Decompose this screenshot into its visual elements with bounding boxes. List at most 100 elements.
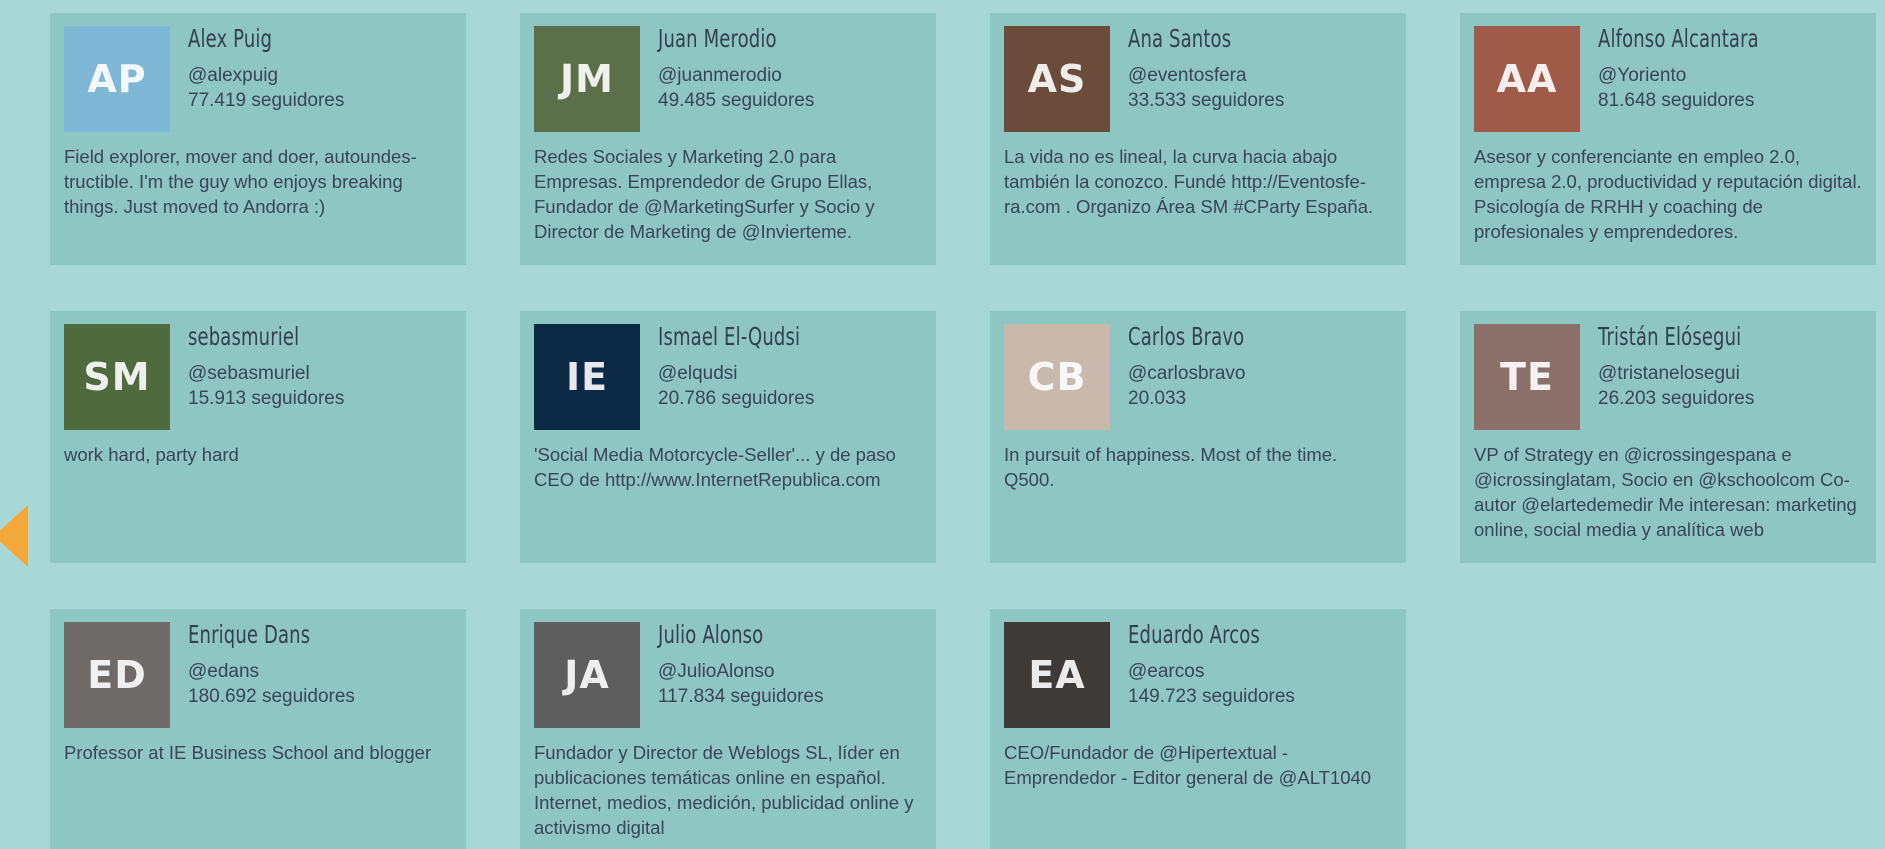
avatar[interactable]: AA [1474,26,1580,132]
profile-card[interactable]: TE Tristán Elósegui @tristanelosegui 26.… [1460,311,1876,563]
follower-count: 33.533 seguidores [1128,90,1285,111]
profile-handle[interactable]: @juanmerodio [658,63,823,88]
profile-card[interactable]: JM Juan Merodio @juanmerodio 49.485 segu… [520,13,936,265]
avatar-initials: JA [564,653,610,697]
card-header: IE Ismael El-Qudsi @elqudsi 20.786 segui… [534,322,922,430]
profile-name[interactable]: Alex Puig [188,24,301,54]
profile-handle[interactable]: @tristanelosegui [1598,361,1797,386]
avatar-initials: SM [83,355,151,399]
profile-handle[interactable]: @eventosfera [1128,63,1284,88]
profile-handle[interactable]: @edans [188,659,358,684]
avatar[interactable]: EA [1004,622,1110,728]
profile-handle[interactable]: @alexpuig [188,63,344,88]
profile-bio: Asesor y conferenciante en empleo 2.0, e… [1474,146,1862,242]
profile-handle[interactable]: @carlosbravo [1128,361,1290,386]
profile-bio: Fundador y Director de Weblogs SL, líder… [534,742,914,838]
avatar[interactable]: JM [534,26,640,132]
profile-card[interactable]: EA Eduardo Arcos @earcos 149.723 seguido… [990,609,1406,849]
follower-count: 149.723 seguidores [1128,686,1295,707]
avatar[interactable]: AP [64,26,170,132]
profile-meta: Carlos Bravo @carlosbravo 20.033 [1128,322,1290,411]
follower-count: 20.786 seguidores [658,388,815,409]
card-header: AA Alfonso Alcantara @Yoriento 81.648 se… [1474,24,1862,132]
avatar[interactable]: JA [534,622,640,728]
profile-meta: Juan Merodio @juanmerodio 49.485 seguido… [658,24,823,113]
profile-bio: 'Social Media Motorcycle-Seller'... y de… [534,444,896,490]
follower-count: 180.692 seguidores [188,686,355,707]
card-header: EA Eduardo Arcos @earcos 149.723 seguido… [1004,620,1392,728]
prev-arrow-icon[interactable] [0,505,28,567]
profile-bio: Field explorer, mover and doer, autounde… [64,146,417,217]
profile-meta: Enrique Dans @edans 180.692 seguidores [188,620,358,709]
profile-name[interactable]: Eduardo Arcos [1128,620,1260,650]
avatar-initials: ED [87,653,147,697]
avatar-initials: IE [565,355,609,399]
avatar[interactable]: CB [1004,324,1110,430]
avatar-initials: AA [1496,57,1558,101]
follower-count: 20.033 [1128,388,1187,409]
card-header: SM sebasmuriel @sebasmuriel 15.913 segui… [64,322,452,430]
follower-count: 77.419 seguidores [188,90,345,111]
profile-handle[interactable]: @earcos [1128,659,1311,684]
card-header: CB Carlos Bravo @carlosbravo 20.033 [1004,322,1392,430]
profile-name[interactable]: Enrique Dans [188,620,310,650]
avatar[interactable]: AS [1004,26,1110,132]
profile-card[interactable]: AS Ana Santos @eventosfera 33.533 seguid… [990,13,1406,265]
profile-meta: Eduardo Arcos @earcos 149.723 seguidores [1128,620,1311,709]
avatar[interactable]: SM [64,324,170,430]
profile-name[interactable]: Ana Santos [1128,24,1241,54]
profile-bio: work hard, party hard [64,444,239,465]
profile-meta: sebasmuriel @sebasmuriel 15.913 seguidor… [188,322,345,411]
profile-name[interactable]: Carlos Bravo [1128,322,1244,352]
profile-bio: La vida no es lineal, la curva hacia aba… [1004,146,1374,217]
follower-count: 26.203 seguidores [1598,388,1755,409]
card-header: ED Enrique Dans @edans 180.692 seguidore… [64,620,452,728]
follower-count: 117.834 seguidores [658,686,824,707]
card-header: TE Tristán Elósegui @tristanelosegui 26.… [1474,322,1862,430]
avatar-initials: AS [1027,57,1087,101]
follower-count: 81.648 seguidores [1598,90,1755,111]
avatar-initials: JM [560,57,614,101]
profile-card[interactable]: CB Carlos Bravo @carlosbravo 20.033 In p… [990,311,1406,563]
profile-meta: Alex Puig @alexpuig 77.419 seguidores [188,24,345,113]
card-header: JM Juan Merodio @juanmerodio 49.485 segu… [534,24,922,132]
profile-meta: Ana Santos @eventosfera 33.533 seguidore… [1128,24,1285,113]
avatar-initials: EA [1028,653,1086,697]
profile-card[interactable]: JA Julio Alonso @JulioAlonso 117.834 seg… [520,609,936,849]
profile-meta: Tristán Elósegui @tristanelosegui 26.203… [1598,322,1797,411]
profile-meta: Julio Alonso @JulioAlonso 117.834 seguid… [658,620,824,709]
influencer-wall: AP Alex Puig @alexpuig 77.419 seguidores… [0,0,1885,849]
avatar[interactable]: ED [64,622,170,728]
profile-card[interactable]: ED Enrique Dans @edans 180.692 seguidore… [50,609,466,849]
card-header: JA Julio Alonso @JulioAlonso 117.834 seg… [534,620,922,728]
profile-name[interactable]: Tristán Elósegui [1598,322,1741,352]
profile-handle[interactable]: @Yoriento [1598,63,1821,88]
profile-meta: Alfonso Alcantara @Yoriento 81.648 segui… [1598,24,1821,113]
profile-card[interactable]: SM sebasmuriel @sebasmuriel 15.913 segui… [50,311,466,563]
profile-meta: Ismael El-Qudsi @elqudsi 20.786 seguidor… [658,322,855,411]
profile-card[interactable]: AA Alfonso Alcantara @Yoriento 81.648 se… [1460,13,1876,265]
avatar[interactable]: TE [1474,324,1580,430]
avatar-initials: AP [87,57,147,101]
profile-bio: CEO/Fundador de @Hipertextual - Emprende… [1004,742,1372,788]
profile-handle[interactable]: @sebasmuriel [188,361,344,386]
follower-count: 15.913 seguidores [188,388,345,409]
profile-bio: Professor at IE Business School and blog… [64,742,432,763]
profile-card[interactable]: AP Alex Puig @alexpuig 77.419 seguidores… [50,13,466,265]
profile-bio: In pursuit of happiness. Most of the tim… [1004,444,1338,490]
profile-name[interactable]: Julio Alonso [658,620,777,650]
profile-name[interactable]: Ismael El-Qudsi [658,322,800,352]
profile-bio: VP of Strategy en @icrossingespana e @ic… [1474,444,1857,540]
profile-card[interactable]: IE Ismael El-Qudsi @elqudsi 20.786 segui… [520,311,936,563]
profile-bio: Redes Sociales y Marketing 2.0 para Empr… [534,146,875,242]
profile-name[interactable]: Juan Merodio [658,24,777,54]
avatar[interactable]: IE [534,324,640,430]
profile-handle[interactable]: @JulioAlonso [658,659,824,684]
profile-name[interactable]: Alfonso Alcantara [1598,24,1759,54]
profile-handle[interactable]: @elqudsi [658,361,855,386]
follower-count: 49.485 seguidores [658,90,815,111]
card-header: AS Ana Santos @eventosfera 33.533 seguid… [1004,24,1392,132]
profile-grid: AP Alex Puig @alexpuig 77.419 seguidores… [50,13,1876,849]
profile-name[interactable]: sebasmuriel [188,322,301,352]
card-header: AP Alex Puig @alexpuig 77.419 seguidores [64,24,452,132]
